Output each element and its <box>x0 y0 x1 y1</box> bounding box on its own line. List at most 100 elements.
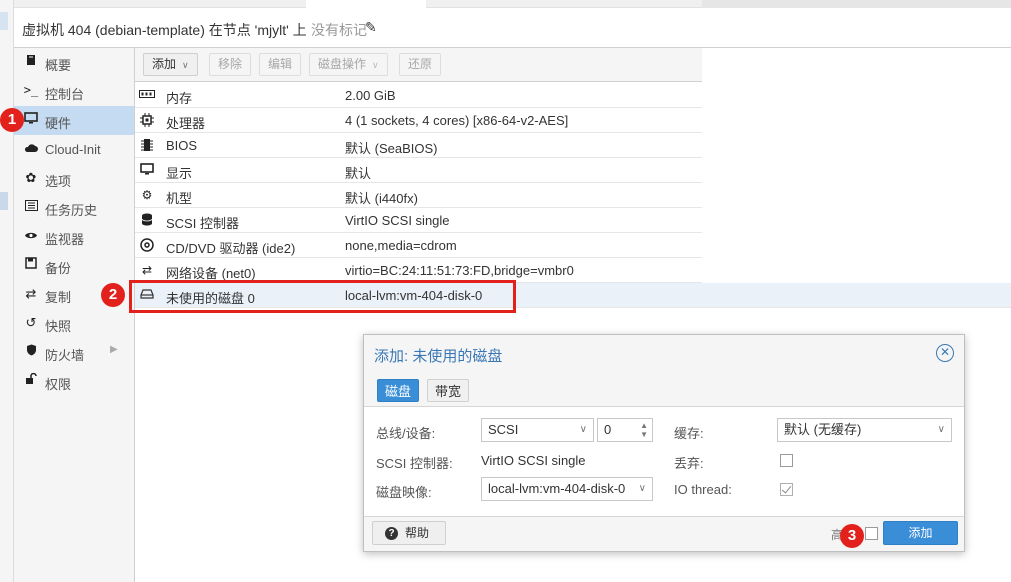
dialog-title: 添加: 未使用的磁盘 <box>374 348 503 365</box>
row-value: virtio=BC:24:11:51:73:FD,bridge=vmbr0 <box>345 263 574 278</box>
cache-select-value: 默认 (无缓存) <box>784 422 862 437</box>
add-button[interactable]: 添加 <box>883 521 958 545</box>
dialog-header: 添加: 未使用的磁盘 ✕ <box>364 335 964 373</box>
nav-item-monitor[interactable]: 监视器 <box>14 222 134 251</box>
row-name: 处理器 <box>166 116 206 131</box>
table-row[interactable]: CD/DVD 驱动器 (ide2) none,media=cdrom <box>135 233 702 258</box>
close-icon[interactable]: ✕ <box>936 344 954 362</box>
add-disk-dialog: 添加: 未使用的磁盘 ✕ 磁盘 带宽 总线/设备: SCSI ∨ 0 ▲ ▼ S… <box>363 334 965 552</box>
edit-button-label: 编辑 <box>268 57 293 71</box>
row-value: 4 (1 sockets, 4 cores) [x86-64-v2-AES] <box>345 113 569 128</box>
revert-button[interactable]: 还原 <box>399 53 442 76</box>
chevron-down-icon: ∨ <box>182 60 189 70</box>
tags-placeholder[interactable]: 没有标记 <box>311 20 367 40</box>
row-value: none,media=cdrom <box>345 238 457 253</box>
nav-item-cloud-init[interactable]: Cloud-Init <box>14 135 134 164</box>
pencil-icon[interactable]: ✎ <box>365 19 377 36</box>
help-button-label: 帮助 <box>405 526 430 540</box>
dialog-footer: ? 帮助 高 添加 <box>364 517 964 551</box>
nav-item-label: 硬件 <box>45 116 72 131</box>
table-row[interactable]: SCSI 控制器 VirtIO SCSI single <box>135 208 702 233</box>
nav-item-console[interactable]: >_ 控制台 <box>14 77 134 106</box>
terminal-icon: >_ <box>23 83 39 97</box>
row-name: BIOS <box>166 138 198 153</box>
advanced-checkbox[interactable] <box>865 527 878 540</box>
nav-item-options[interactable]: ✿ 选项 <box>14 164 134 193</box>
dialog-form: 总线/设备: SCSI ∨ 0 ▲ ▼ SCSI 控制器: VirtIO SCS… <box>364 407 964 517</box>
remove-button[interactable]: 移除 <box>209 53 252 76</box>
nav-item-label: 权限 <box>45 377 72 392</box>
hardware-toolbar: 添加 ∨ 移除 编辑 磁盘操作 ∨ 还原 <box>135 48 702 82</box>
monitor-icon <box>139 163 155 178</box>
right-band <box>702 0 1011 8</box>
table-row[interactable]: 内存 2.00 GiB <box>135 83 702 108</box>
nav-item-firewall[interactable]: 防火墙 ▶ <box>14 338 134 367</box>
nav-item-label: 控制台 <box>45 87 85 102</box>
row-name: 机型 <box>166 191 193 206</box>
row-value: 2.00 GiB <box>345 88 396 103</box>
spin-down-icon[interactable]: ▼ <box>640 431 648 439</box>
discard-label: 丢弃: <box>674 456 704 471</box>
nav-item-task-history[interactable]: 任务历史 <box>14 193 134 222</box>
row-value: 默认 <box>345 166 372 181</box>
floppy-icon <box>23 257 39 272</box>
exchange-icon: ⇄ <box>141 263 153 277</box>
disk-image-label: 磁盘映像: <box>376 485 432 500</box>
nav-item-label: 快照 <box>45 319 72 334</box>
shield-icon <box>23 344 39 359</box>
question-icon: ? <box>385 527 398 540</box>
nav-item-label: 概要 <box>45 58 72 73</box>
scsi-controller-label: SCSI 控制器: <box>376 456 453 471</box>
table-row[interactable]: BIOS 默认 (SeaBIOS) <box>135 133 702 158</box>
cdrom-icon <box>139 238 155 255</box>
io-thread-checkbox[interactable] <box>780 483 793 496</box>
disk-image-select[interactable]: local-lvm:vm-404-disk-0 ∨ <box>481 477 653 501</box>
page-title: 虚拟机 404 (debian-template) 在节点 'mjylt' 上 <box>22 22 307 38</box>
nav-item-permissions[interactable]: 权限 <box>14 367 134 396</box>
chevron-down-icon: ∨ <box>579 424 587 435</box>
tab-bandwidth[interactable]: 带宽 <box>427 379 470 402</box>
row-name: CD/DVD 驱动器 (ide2) <box>166 241 296 256</box>
desktop-icon <box>23 112 39 127</box>
row-name: 内存 <box>166 91 193 106</box>
eye-icon <box>23 228 39 243</box>
add-menu-button[interactable]: 添加 ∨ <box>143 53 198 76</box>
table-row[interactable]: 处理器 4 (1 sockets, 4 cores) [x86-64-v2-AE… <box>135 108 702 133</box>
nav-item-summary[interactable]: 概要 <box>14 48 134 77</box>
cache-select[interactable]: 默认 (无缓存) ∨ <box>777 418 952 442</box>
retweet-icon: ⇄ <box>25 286 37 301</box>
step-badge: 3 <box>840 524 864 548</box>
table-row[interactable]: ⚙ 机型 默认 (i440fx) <box>135 183 702 208</box>
row-value: 默认 (SeaBIOS) <box>345 141 438 156</box>
spin-up-icon[interactable]: ▲ <box>640 422 648 430</box>
header: 虚拟机 404 (debian-template) 在节点 'mjylt' 上 … <box>14 8 1011 48</box>
chevron-down-icon: ∨ <box>638 483 646 494</box>
tab-disk[interactable]: 磁盘 <box>377 379 420 402</box>
nav-item-label: 备份 <box>45 261 72 276</box>
nav-item-hardware[interactable]: 硬件 <box>14 106 134 135</box>
row-value: 默认 (i440fx) <box>345 191 418 206</box>
discard-checkbox[interactable] <box>780 454 793 467</box>
row-highlight-extension <box>702 283 1011 308</box>
step-badge: 1 <box>0 108 24 132</box>
cogs-icon: ⚙ <box>141 188 153 202</box>
row-name: 显示 <box>166 166 193 181</box>
chevron-down-icon: ∨ <box>372 60 379 70</box>
nav-item-backup[interactable]: 备份 <box>14 251 134 280</box>
help-button[interactable]: ? 帮助 <box>372 521 446 545</box>
table-row[interactable]: 显示 默认 <box>135 158 702 183</box>
disk-action-button[interactable]: 磁盘操作 ∨ <box>309 53 388 76</box>
device-number-stepper[interactable]: 0 ▲ ▼ <box>597 418 653 442</box>
vm-nav-panel: 概要 >_ 控制台 硬件 Cloud-Init ✿ 选项 任务历史 监视器 备份… <box>14 48 135 582</box>
device-number-value: 0 <box>604 422 612 437</box>
scsi-controller-value: VirtIO SCSI single <box>481 453 586 468</box>
step-badge: 2 <box>101 283 125 307</box>
edit-button[interactable]: 编辑 <box>259 53 302 76</box>
list-icon <box>23 199 39 214</box>
bus-select[interactable]: SCSI ∨ <box>481 418 594 442</box>
nav-item-snapshots[interactable]: ↺ 快照 <box>14 309 134 338</box>
row-name: SCSI 控制器 <box>166 216 239 231</box>
remove-button-label: 移除 <box>218 57 243 71</box>
expand-arrow-icon[interactable]: ▶ <box>110 344 118 355</box>
history-icon: ↺ <box>25 315 37 330</box>
